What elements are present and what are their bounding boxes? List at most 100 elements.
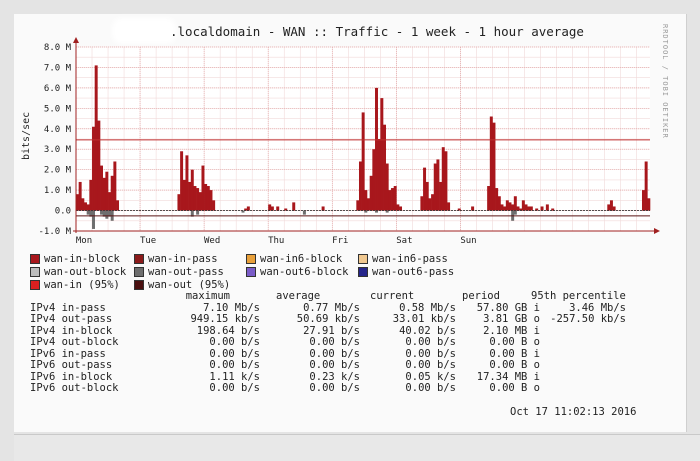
row-average: 0.00 b/s [309, 382, 360, 394]
x-tick-label: Thu [268, 236, 284, 246]
stats-row: IPv6 in-pass 0.00 b/s 0.00 b/s 0.00 b/s 0.00… [30, 348, 540, 360]
bar-wan-in-block [444, 151, 448, 211]
bar-wan-in-block [105, 171, 109, 211]
y-tick-label: 4.0 M [44, 125, 72, 135]
legend-label: wan-in-block [44, 252, 120, 265]
bar-wan-in-block [524, 204, 528, 211]
bar-wan-in-block [612, 206, 616, 211]
bar-wan-in-block [545, 204, 549, 211]
header-maximum: maximum [185, 290, 230, 302]
bar-wan-in-block [489, 116, 493, 211]
bar-wan-out-pass [92, 210, 95, 229]
bar-wan-in-block [540, 206, 544, 211]
bar-wan-out-pass [196, 210, 200, 215]
legend-item-wan-out-block: wan-out-block [30, 266, 134, 278]
legend-swatch [134, 266, 144, 277]
bar-wan-out-pass [105, 210, 109, 219]
bar-wan-in-block [364, 190, 368, 211]
stats-row: IPv6 in-block 1.11 k/s 0.23 k/s 0.05 k/s 17.… [30, 371, 540, 383]
x-tick-label: Wed [204, 236, 220, 246]
bar-wan-in-block [81, 198, 85, 211]
bar-wan-in-block [246, 206, 250, 211]
bar-wan-in-block [361, 112, 365, 211]
bar-wan-in-block [420, 196, 424, 211]
bar-wan-in-block [428, 198, 432, 211]
bar-wan-in-block [383, 124, 386, 211]
bar-wan-in-block [529, 206, 533, 211]
legend-label: wan-in (95%) [44, 278, 120, 291]
header-current: current [370, 290, 415, 302]
bar-wan-in-block [647, 198, 651, 211]
bar-wan-in-block [180, 151, 184, 211]
bar-wan-in-block [89, 179, 93, 211]
y-tick-label: 1.0 M [44, 186, 72, 196]
bar-wan-in-block [177, 194, 181, 211]
bar-wan-in-block [396, 204, 400, 211]
bar-wan-in-block [198, 192, 202, 211]
row-period: 3.81 GB o [483, 313, 540, 325]
y-tick-label: 8.0 M [44, 43, 72, 53]
bar-wan-in-block [380, 98, 384, 211]
legend-swatch [30, 266, 40, 277]
bar-wan-in-block [92, 126, 95, 211]
bar-wan-in-block [321, 206, 325, 211]
bar-wan-in-block [431, 194, 435, 211]
stats-row: IPv4 in-block 198.64 b/s 27.91 b/s 40.02 b/… [30, 325, 540, 337]
bar-wan-in-block [204, 183, 208, 211]
row-period: 17.34 MB i [476, 370, 540, 383]
bar-wan-in-block [471, 206, 475, 211]
bar-wan-in-block [270, 206, 274, 211]
bar-wan-in-block [425, 181, 429, 211]
row-label: IPv4 in-block [30, 324, 113, 337]
y-axis-arrow [73, 37, 79, 43]
bar-wan-in-block [609, 200, 613, 211]
bar-wan-in-block [399, 206, 403, 211]
row-95th-percentile: 3.46 Mb/s [569, 301, 626, 314]
legend-swatch [30, 279, 40, 290]
bar-wan-in-block [78, 181, 82, 211]
bar-wan-in-block [393, 186, 397, 211]
bar-wan-in-block [268, 204, 272, 211]
legend-label: wan-in6-block [260, 252, 343, 265]
row-maximum: 0.00 b/s [209, 382, 260, 394]
bar-wan-in-block [607, 204, 611, 211]
x-tick-label: Tue [140, 236, 156, 246]
bar-wan-in-block [116, 200, 120, 211]
bar-wan-in-block [644, 161, 648, 211]
row-average: 27.91 b/s [303, 324, 360, 337]
bar-wan-in-block [433, 163, 437, 211]
bar-wan-in-block [521, 200, 525, 211]
bar-wan-in-block [388, 190, 392, 211]
bar-wan-in-block [391, 188, 395, 211]
bar-wan-out-pass [302, 210, 306, 215]
row-period: 0.00 B o [489, 359, 540, 371]
bar-wan-in-block [503, 206, 507, 211]
bar-wan-in-block [505, 200, 509, 211]
bar-wan-out-pass [513, 210, 517, 215]
bar-wan-in-block [113, 161, 117, 211]
bar-wan-in-block [527, 206, 531, 211]
legend-swatch [358, 266, 368, 277]
legend-row-2: wan-out-block wan-out-pass wan-out6-bloc… [30, 265, 454, 278]
legend-item-wan-out-pass: wan-out-pass [134, 266, 246, 278]
bar-wan-in-block [372, 149, 376, 211]
row-average: 0.00 b/s [309, 359, 360, 371]
bar-wan-in-block [439, 181, 443, 211]
legend-label: wan-in6-pass [372, 252, 448, 265]
legend-item-wan-in-block: wan-in-block [30, 253, 134, 265]
row-label: IPv4 in-pass [30, 301, 106, 314]
legend-item-wan-out6-pass: wan-out6-pass [358, 266, 454, 278]
legend-item-wan-in6-block: wan-in6-block [246, 253, 358, 265]
row-maximum: 1.11 k/s [209, 370, 260, 383]
row-maximum: 949.15 kb/s [190, 313, 260, 325]
row-period: 57.80 GB i [476, 301, 540, 314]
row-maximum: 0.00 b/s [209, 336, 260, 348]
row-average: 50.69 kb/s [296, 313, 360, 325]
row-average: 0.00 b/s [309, 347, 360, 360]
row-label: IPv6 out-pass [30, 359, 113, 371]
bar-wan-in-block [367, 198, 370, 211]
legend-item-wan-out6-block: wan-out6-block [246, 266, 358, 278]
bar-wan-in-block [108, 192, 112, 211]
stats-row: IPv4 out-pass 949.15 kb/s 50.69 kb/s 33.01 … [30, 313, 626, 325]
legend-label: wan-out6-block [260, 265, 349, 278]
